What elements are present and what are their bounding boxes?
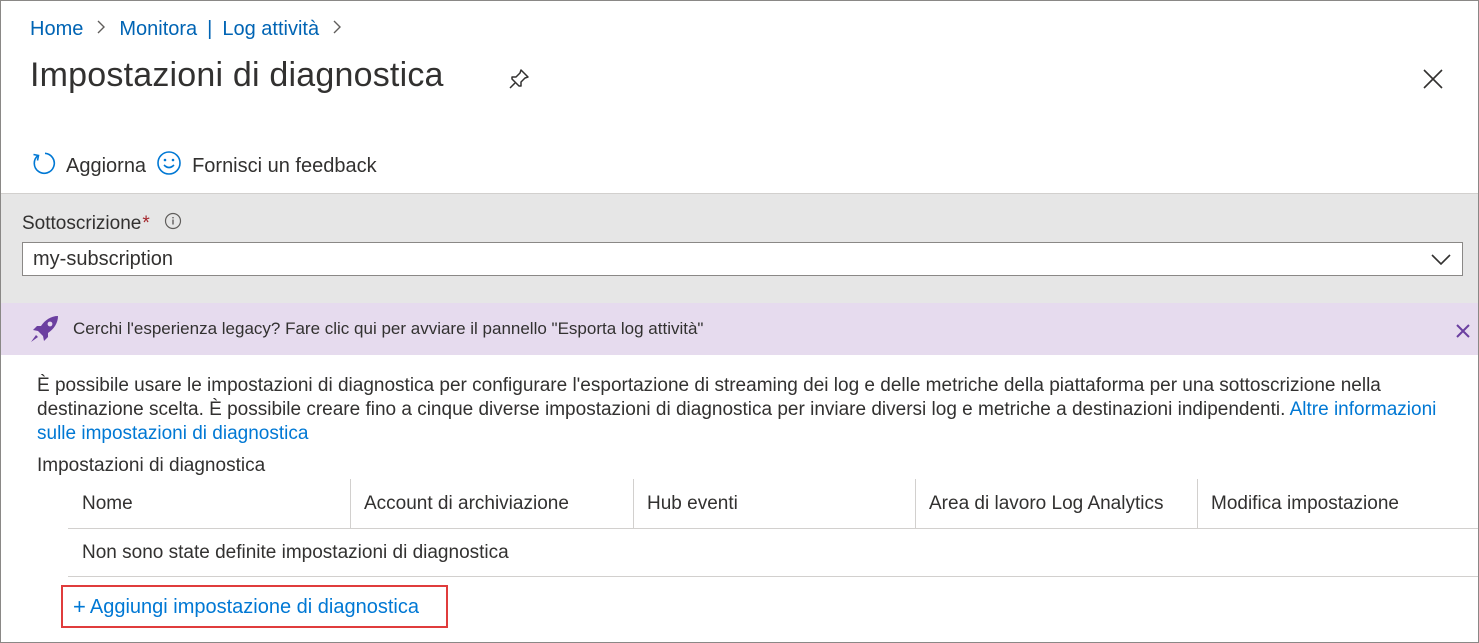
chevron-down-icon [1430,249,1452,275]
command-bar: Aggiorna Fornisci un feedback [30,146,1457,186]
breadcrumb-monitor-link[interactable]: Monitora [119,18,197,41]
column-header-log-analytics[interactable]: Area di lavoro Log Analytics [915,478,1197,529]
refresh-icon [30,150,66,182]
column-header-event-hub[interactable]: Hub eventi [633,478,915,529]
add-diagnostic-setting-label: Aggiungi impostazione di diagnostica [89,595,419,618]
description-text: È possibile usare le impostazioni di dia… [37,374,1457,446]
column-header-name[interactable]: Nome [68,479,350,529]
description-body: È possibile usare le impostazioni di dia… [37,375,1381,420]
diagnostic-settings-table: Nome Account di archiviazione Hub eventi… [68,478,1478,577]
plus-icon: + [73,594,86,619]
legacy-banner-link[interactable]: Cerchi l'esperienza legacy? Fare clic qu… [73,319,703,339]
feedback-label: Fornisci un feedback [192,154,377,177]
breadcrumb: Home Monitora | Log attività [30,16,355,42]
settings-section-label: Impostazioni di diagnostica [37,455,266,476]
refresh-button[interactable]: Aggiorna [30,150,146,182]
subscription-dropdown[interactable]: my-subscription [22,242,1463,276]
page-title: Impostazioni di diagnostica [30,56,444,94]
subscription-selected-value: my-subscription [33,247,174,270]
breadcrumb-pipe: | [207,17,213,40]
chevron-right-icon [95,19,107,40]
smiley-icon [156,150,192,182]
subscription-label-text: Sottoscrizione [22,213,142,234]
legacy-experience-banner: Cerchi l'esperienza legacy? Fare clic qu… [1,303,1478,355]
breadcrumb-home-link[interactable]: Home [30,18,83,41]
refresh-label: Aggiorna [66,154,147,177]
add-diagnostic-setting-link[interactable]: + Aggiungi impostazione di diagnostica [73,594,419,620]
table-header: Nome Account di archiviazione Hub eventi… [68,478,1478,529]
close-icon[interactable] [1420,66,1446,92]
pin-icon[interactable] [507,67,531,91]
subscription-label: Sottoscrizione * [22,212,182,236]
table-row-empty: Non sono state definite impostazioni di … [68,529,1478,577]
column-header-storage-account[interactable]: Account di archiviazione [350,478,633,529]
required-marker: * [142,213,150,234]
empty-table-message: Non sono state definite impostazioni di … [82,541,509,563]
breadcrumb-activity-log-link[interactable]: Log attività [222,18,319,41]
rocket-icon [29,314,61,349]
feedback-button[interactable]: Fornisci un feedback [156,150,377,182]
column-header-edit-setting[interactable]: Modifica impostazione [1197,478,1478,529]
chevron-right-icon [331,19,343,40]
close-banner-icon[interactable] [1456,323,1470,343]
info-icon[interactable] [164,212,182,236]
